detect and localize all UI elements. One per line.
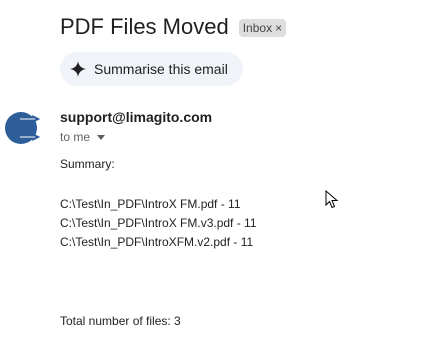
mouse-pointer-icon: [325, 189, 339, 215]
recipient-line[interactable]: to me: [60, 130, 106, 144]
caret-down-icon[interactable]: [97, 134, 106, 140]
sender-avatar[interactable]: [4, 110, 44, 146]
recipient-label: to me: [60, 130, 91, 144]
sender-address: support@limagito.com: [60, 109, 213, 125]
inbox-label-text: Inbox: [242, 21, 273, 35]
summary-heading: Summary:: [60, 157, 115, 171]
subject-row: PDF Files Moved Inbox ×: [60, 14, 287, 40]
file-line: C:\Test\In_PDF\IntroX FM.v3.pdf - 11: [60, 216, 257, 230]
summarise-label: Summarise this email: [94, 61, 228, 77]
file-line: C:\Test\In_PDF\IntroX FM.pdf - 11: [60, 197, 241, 211]
total-files: Total number of files: 3: [60, 314, 181, 328]
sparkle-icon: [70, 61, 86, 77]
remove-label-button[interactable]: ×: [275, 21, 282, 35]
summarise-email-button[interactable]: Summarise this email: [60, 52, 243, 86]
file-line: C:\Test\In_PDF\IntroXFM.v2.pdf - 11: [60, 235, 254, 249]
inbox-label-chip: Inbox ×: [238, 19, 287, 37]
email-subject: PDF Files Moved: [60, 14, 229, 39]
limagito-logo-avatar: [5, 112, 41, 144]
